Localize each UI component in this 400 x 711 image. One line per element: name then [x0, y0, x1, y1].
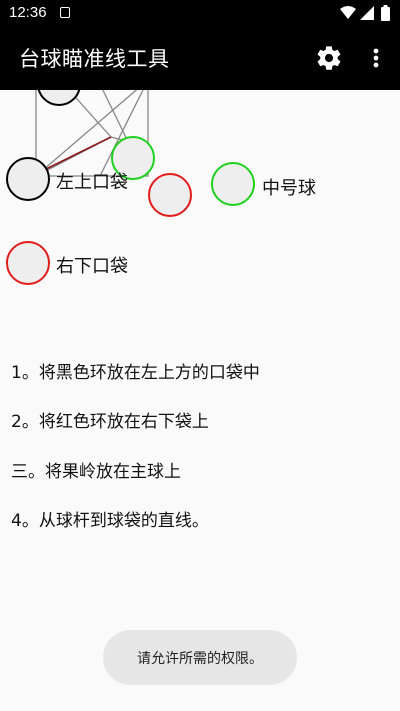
signal-icon — [360, 6, 374, 20]
status-time: 12:36 — [9, 4, 47, 21]
green-ring-legend — [211, 162, 255, 206]
red-ring-pocket-marker[interactable] — [148, 173, 192, 217]
instruction-step-1: 1。将黑色环放在左上方的口袋中 — [11, 363, 260, 383]
app-bar: 台球瞄准线工具 — [0, 27, 400, 90]
notification-a-icon — [60, 7, 70, 18]
battery-icon — [381, 5, 390, 21]
overflow-menu-icon[interactable] — [367, 44, 385, 72]
red-ring-legend — [6, 241, 50, 285]
label-medium-ball: 中号球 — [262, 178, 316, 199]
instruction-step-2: 2。将红色环放在右下袋上 — [11, 412, 209, 432]
app-title: 台球瞄准线工具 — [19, 47, 170, 71]
permission-toast: 请允许所需的权限。 — [103, 630, 297, 685]
wifi-icon — [340, 6, 356, 19]
label-top-left-pocket: 左上口袋 — [56, 172, 128, 193]
settings-gear-icon[interactable] — [315, 44, 343, 72]
instruction-step-3: 三。将果岭放在主球上 — [11, 462, 181, 482]
label-bottom-right-pocket: 右下口袋 — [56, 256, 128, 277]
black-ring-pocket-marker[interactable] — [37, 90, 81, 106]
instruction-step-4: 4。从球杆到球袋的直线。 — [11, 511, 209, 531]
black-ring-legend — [6, 157, 50, 201]
aim-diagram[interactable]: 左上口袋 中号球 右下口袋 — [0, 90, 400, 310]
status-bar: 12:36 — [0, 0, 400, 27]
